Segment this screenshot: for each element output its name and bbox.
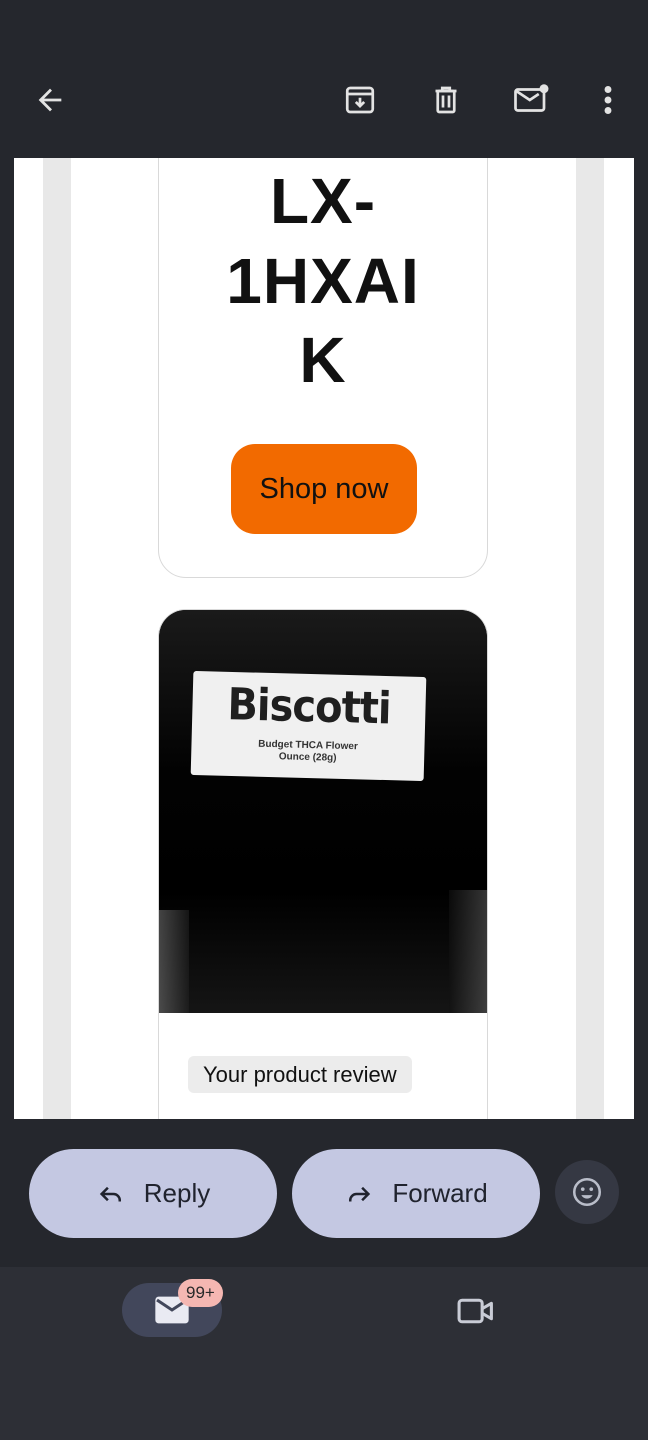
forward-icon [349, 1186, 371, 1201]
bottom-navigation: 99+ [0, 1267, 648, 1440]
back-button[interactable] [26, 76, 74, 124]
more-vertical-icon [604, 86, 612, 114]
promo-code-line-1: LX- [269, 165, 377, 237]
promo-code-card: LX- 1HXAI K Shop now [158, 158, 488, 578]
trash-icon [435, 86, 457, 114]
product-label-subtitle: Budget THCA Flower Ounce (28g) [258, 738, 358, 764]
mail-unread-badge: 99+ [178, 1279, 223, 1307]
mark-unread-icon [514, 84, 549, 112]
product-label: Biscotti Budget THCA Flower Ounce (28g) [190, 670, 427, 782]
shop-now-button[interactable]: Shop now [231, 444, 417, 534]
emoji-icon [572, 1177, 602, 1207]
arrow-left-icon [38, 88, 62, 112]
forward-label: Forward [392, 1178, 488, 1208]
archive-icon [345, 86, 375, 114]
product-review-card[interactable]: Biscotti Budget THCA Flower Ounce (28g) … [158, 609, 488, 1119]
delete-button[interactable] [422, 76, 470, 124]
video-icon [457, 1298, 493, 1324]
promo-code-line-2: 1HXAI [226, 245, 420, 317]
archive-button[interactable] [336, 76, 384, 124]
product-photo[interactable]: Biscotti Budget THCA Flower Ounce (28g) [159, 610, 487, 1013]
more-options-button[interactable] [584, 76, 632, 124]
top-app-bar [0, 0, 648, 158]
promo-code-line-3: K [299, 324, 347, 396]
product-label-title: Biscotti [226, 679, 392, 735]
email-gutter-left [43, 158, 71, 1119]
emoji-reaction-button[interactable] [555, 1160, 619, 1224]
reply-icon [99, 1186, 121, 1201]
email-body[interactable]: LX- 1HXAI K Shop now Biscotti Budget THC… [14, 158, 634, 1119]
reply-label: Reply [143, 1178, 211, 1208]
email-gutter-right [576, 158, 604, 1119]
nav-meet-tab[interactable] [446, 1287, 506, 1335]
mark-unread-button[interactable] [508, 76, 556, 124]
reply-button[interactable]: Reply [29, 1149, 277, 1238]
reply-action-bar: Reply Forward [0, 1119, 648, 1267]
forward-button[interactable]: Forward [292, 1149, 540, 1238]
review-tag: Your product review [188, 1056, 412, 1093]
